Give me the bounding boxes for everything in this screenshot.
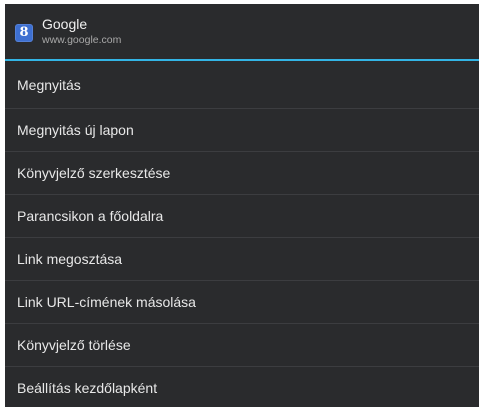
context-menu-list: Megnyitás Megnyitás új lapon Könyvjelző … bbox=[5, 61, 479, 407]
header-titles: Google www.google.com bbox=[42, 16, 121, 47]
google-favicon-icon: 8 bbox=[15, 23, 33, 42]
menu-item-open-new-tab[interactable]: Megnyitás új lapon bbox=[5, 108, 479, 151]
page-title: Google bbox=[42, 16, 88, 32]
menu-item-delete-bookmark[interactable]: Könyvjelző törlése bbox=[5, 323, 479, 366]
menu-item-open[interactable]: Megnyitás bbox=[5, 61, 479, 108]
dialog-header: 8 Google www.google.com bbox=[5, 4, 479, 61]
context-menu-dialog: 8 Google www.google.com Megnyitás Megnyi… bbox=[5, 4, 479, 407]
menu-item-set-as-homepage[interactable]: Beállítás kezdőlapként bbox=[5, 366, 479, 407]
menu-item-share-link[interactable]: Link megosztása bbox=[5, 237, 479, 280]
menu-item-edit-bookmark[interactable]: Könyvjelző szerkesztése bbox=[5, 151, 479, 194]
page-url: www.google.com bbox=[42, 34, 122, 46]
menu-item-add-shortcut-home[interactable]: Parancsikon a főoldalra bbox=[5, 194, 479, 237]
menu-item-copy-link-url[interactable]: Link URL-címének másolása bbox=[5, 280, 479, 323]
